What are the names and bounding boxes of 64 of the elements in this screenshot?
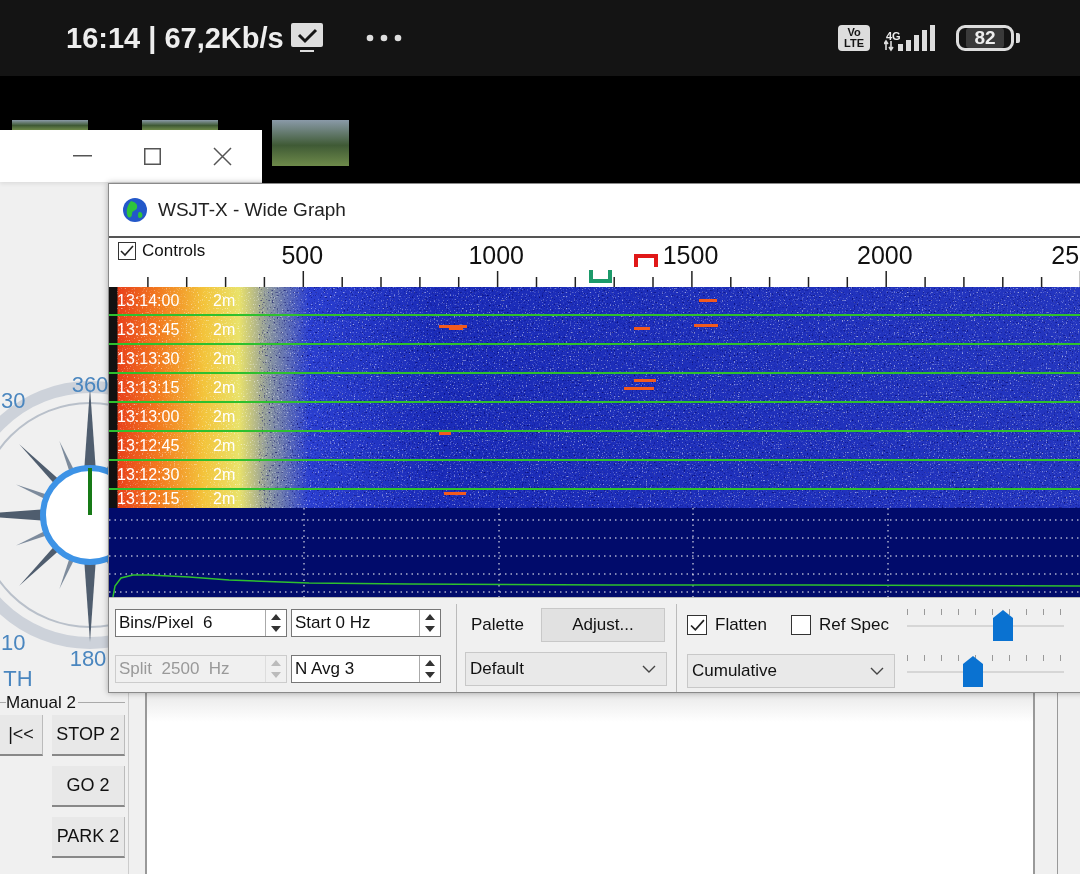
waterfall-time-label: 13:13:45: [117, 320, 181, 339]
slider-thumb[interactable]: [962, 656, 983, 687]
tx-frequency-marker-icon[interactable]: [634, 254, 658, 267]
waterfall-time-label: 13:14:00: [117, 291, 181, 310]
globe-icon: [122, 197, 148, 223]
chevron-down-icon: [642, 665, 656, 673]
waterfall-time-label: 13:13:30: [117, 349, 181, 368]
network-type-label: 4G: [886, 30, 901, 42]
waterfall-time-label: 13:13:15: [117, 378, 181, 397]
spin-box[interactable]: N Avg 3: [291, 655, 441, 683]
photo-placeholder[interactable]: [142, 120, 218, 130]
rx-frequency-marker-icon[interactable]: [589, 270, 612, 283]
waterfall-band-label: 2m: [213, 349, 236, 368]
compass-degree-label: 30: [1, 388, 26, 413]
photo-placeholder[interactable]: [12, 120, 88, 130]
close-icon[interactable]: [213, 146, 232, 166]
screen-check-icon: [289, 22, 324, 54]
waterfall-band-label: 2m: [213, 320, 236, 339]
window-title: WSJT-X - Wide Graph: [158, 199, 346, 221]
compass-degree-label: 180: [69, 646, 107, 671]
adjust-button[interactable]: Adjust...: [541, 608, 665, 642]
waterfall-band-label: 2m: [213, 490, 236, 508]
palette-dropdown[interactable]: Default: [465, 652, 667, 686]
controls-checkbox[interactable]: Controls: [118, 241, 206, 261]
waterfall-band-label: 2m: [213, 465, 236, 484]
frequency-scale-label: 500: [281, 241, 324, 269]
waterfall-band-label: 2m: [213, 407, 236, 426]
rotator-button[interactable]: PARK 2: [52, 817, 125, 858]
checkmark-icon: [120, 245, 134, 257]
volte-badge: Vo LTE: [838, 25, 870, 51]
spin-box[interactable]: Bins/Pixel 6: [115, 609, 287, 637]
status-clock-speed: 16:14 | 67,2Kb/s: [66, 21, 284, 55]
waterfall-time-label: 13:12:15: [117, 490, 181, 508]
signal-bars-icon: [884, 24, 938, 52]
rotator-button[interactable]: |<<: [0, 715, 43, 756]
waterfall-time-label: 13:12:30: [117, 465, 181, 484]
chevron-down-icon: [870, 667, 884, 675]
flatten-checkbox[interactable]: Flatten: [687, 615, 767, 635]
waterfall-time-label: 13:13:00: [117, 407, 181, 426]
palette-label: Palette: [470, 614, 525, 636]
minimize-icon[interactable]: [73, 155, 92, 157]
waterfall-band-label: 2m: [213, 291, 236, 310]
waterfall-band-label: 2m: [213, 436, 236, 455]
slider-thumb[interactable]: [992, 610, 1013, 641]
battery-icon: 82: [956, 25, 1014, 51]
more-dots-icon: [365, 34, 402, 42]
compass-degree-label: 360: [71, 372, 109, 397]
spin-box[interactable]: Start 0 Hz: [291, 609, 441, 637]
frequency-scale-label: 1000: [468, 241, 525, 269]
heading-needle: [88, 468, 92, 515]
rotator-button[interactable]: STOP 2: [52, 715, 125, 756]
waterfall-band-label: 2m: [213, 378, 236, 397]
photo-placeholder[interactable]: [272, 120, 349, 166]
frequency-scale-label: 25: [1051, 241, 1080, 269]
checkmark-icon: [689, 618, 705, 632]
spectrum-mode-dropdown[interactable]: Cumulative: [687, 654, 895, 688]
compass-degree-label: TH: [3, 666, 33, 691]
rotator-button[interactable]: GO 2: [52, 766, 125, 807]
ref-spec-checkbox[interactable]: Ref Spec: [791, 615, 889, 635]
frequency-scale-label: 1500: [662, 241, 719, 269]
frequency-scale-label: 2000: [857, 241, 913, 269]
waterfall-time-label: 13:12:45: [117, 436, 181, 455]
compass-degree-label: 10: [1, 630, 26, 655]
maximize-icon[interactable]: [144, 147, 161, 165]
